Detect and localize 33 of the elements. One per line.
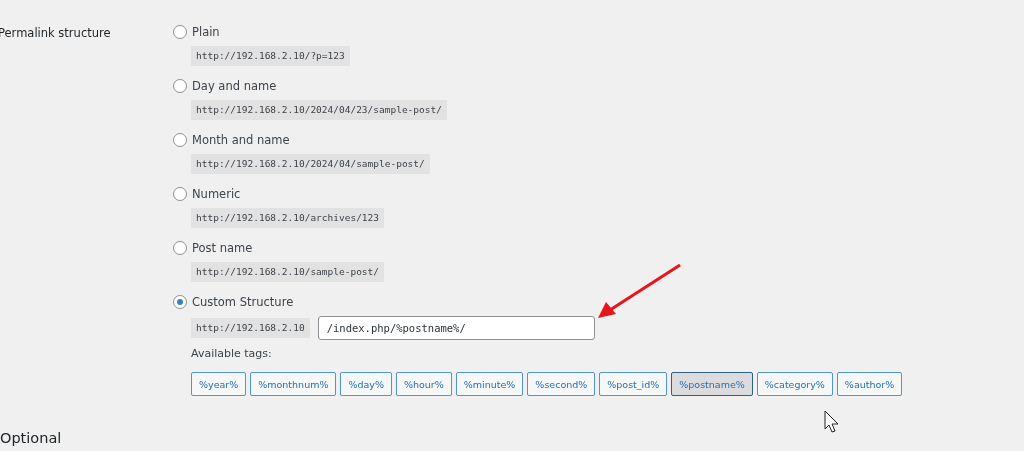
tag-button[interactable]: %hour% [395, 372, 452, 396]
radio-button[interactable] [173, 187, 187, 201]
radio-button[interactable] [173, 295, 187, 309]
url-example: http://192.168.2.10/2024/04/23/sample-post/ [191, 100, 447, 120]
structure-input[interactable]: /index.php/%postname%/ [317, 316, 595, 340]
radio-button[interactable] [173, 79, 187, 93]
tag-button[interactable]: %post_id% [599, 372, 668, 396]
tag-button[interactable]: %second% [527, 372, 596, 396]
url-example: http://192.168.2.10/archives/123 [191, 208, 385, 228]
section-heading: Optional [0, 430, 62, 446]
tag-button[interactable]: %day% [340, 372, 392, 396]
url-example: http://192.168.2.10/2024/04/sample-post/ [191, 154, 430, 174]
tag-button[interactable]: %year% [191, 372, 247, 396]
url-example: http://192.168.2.10/?p=123 [191, 46, 350, 66]
tag-button[interactable]: %category% [756, 372, 833, 396]
cursor-icon [824, 410, 840, 434]
section-label: Permalink structure [0, 25, 111, 42]
tag-button[interactable]: %monthnum% [250, 372, 337, 396]
option-label[interactable]: Numeric [192, 187, 241, 201]
tags-label: Available tags: [191, 346, 273, 362]
url-example: http://192.168.2.10 [191, 318, 310, 338]
tag-button[interactable]: %minute% [455, 372, 524, 396]
radio-button[interactable] [173, 25, 187, 39]
radio-button[interactable] [173, 133, 187, 147]
option-label[interactable]: Post name [192, 241, 253, 255]
option-label[interactable]: Custom Structure [192, 295, 294, 309]
radio-button[interactable] [173, 241, 187, 255]
option-label[interactable]: Plain [192, 25, 220, 39]
option-label[interactable]: Day and name [192, 79, 277, 93]
tag-button[interactable]: %postname% [671, 372, 753, 396]
option-label[interactable]: Month and name [192, 133, 290, 147]
url-example: http://192.168.2.10/sample-post/ [191, 262, 385, 282]
tag-button[interactable]: %author% [836, 372, 903, 396]
